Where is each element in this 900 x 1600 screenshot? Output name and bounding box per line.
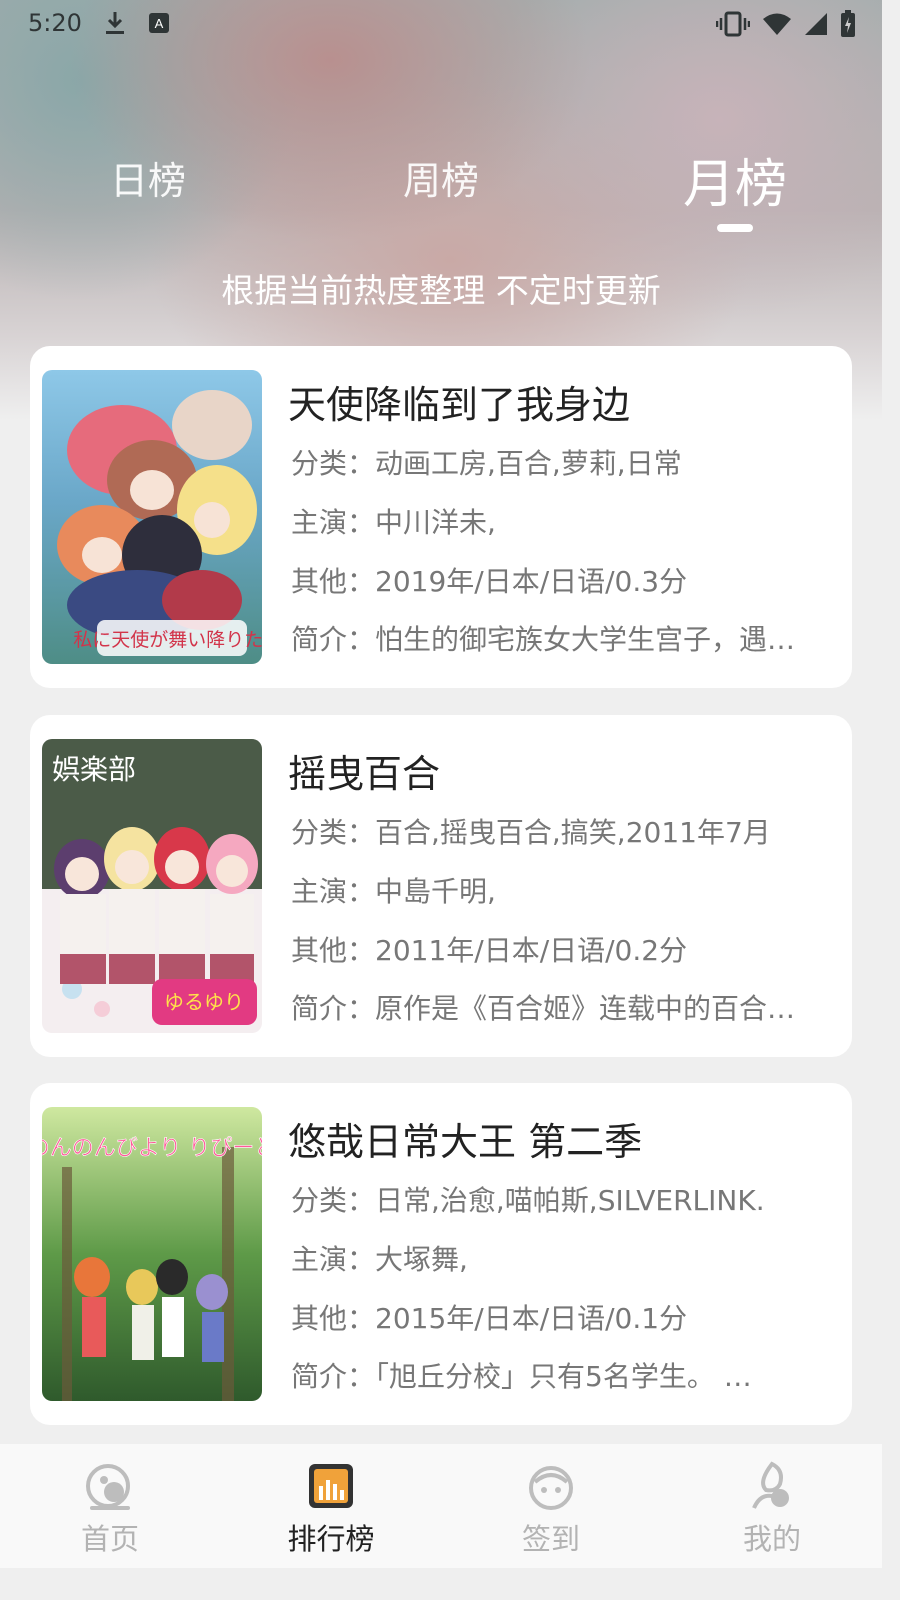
bottom-nav: 首页 排行榜 签到 我的 [0, 1444, 882, 1568]
card-cast: 主演：中川洋未, [291, 506, 496, 539]
profile-icon [752, 1461, 789, 1509]
ranking-card[interactable]: ゆるゆり 娯楽部 摇曳百合 分类：百合,摇曳百合,搞笑,2011年7月 主演：中… [30, 715, 852, 1057]
svg-text:ゆるゆり: ゆるゆり [164, 990, 244, 1014]
card-title: 天使降临到了我身边 [288, 383, 631, 427]
status-bar: 5:20 A [0, 0, 882, 48]
poster-logo-text: のんのんびより りぴーと [42, 1136, 262, 1161]
nav-profile[interactable]: 我的 [702, 1460, 842, 1558]
nav-label-home: 首页 [80, 1522, 139, 1556]
ranking-card[interactable]: 私に天使が舞い降りた! 天使降临到了我身边 分类：动画工房,百合,萝莉,日常 主… [30, 346, 852, 688]
card-other: 其他：2015年/日本/日语/0.1分 [291, 1302, 688, 1335]
nav-home[interactable]: 首页 [40, 1460, 180, 1558]
ranking-icon [309, 1464, 353, 1508]
card-title: 悠哉日常大王 第二季 [288, 1120, 643, 1164]
nav-ranking[interactable]: 排行榜 [261, 1460, 401, 1558]
card-intro: 简介：「旭丘分校」只有5名学生。 … [291, 1360, 752, 1393]
card-category: 分类：百合,摇曳百合,搞笑,2011年7月 [291, 816, 771, 849]
poster-image: 私に天使が舞い降りた! [42, 370, 262, 664]
a-notification-icon: A [149, 13, 169, 33]
ranking-card[interactable]: のんのんびより りぴーと 悠哉日常大王 第二季 分类：日常,治愈,喵帕斯,SIL… [30, 1083, 852, 1425]
svg-text:A: A [155, 16, 164, 31]
tab-weekly[interactable]: 周榜 [403, 150, 479, 205]
download-icon [106, 12, 124, 34]
home-icon [86, 1464, 130, 1510]
card-cast: 主演：中島千明, [291, 875, 496, 908]
poster-image: のんのんびより りぴーと [42, 1107, 262, 1401]
card-category: 分类：日常,治愈,喵帕斯,SILVERLINK. [291, 1184, 765, 1217]
battery-icon [841, 10, 855, 37]
tab-daily[interactable]: 日榜 [110, 150, 186, 205]
card-title: 摇曳百合 [288, 752, 441, 796]
signal-icon [805, 13, 827, 35]
ranking-subtitle: 根据当前热度整理 不定时更新 [221, 271, 661, 310]
tab-monthly[interactable]: 月榜 [683, 142, 787, 217]
card-other: 其他：2019年/日本/日语/0.3分 [291, 565, 688, 598]
nav-label-profile: 我的 [742, 1522, 801, 1556]
card-other: 其他：2011年/日本/日语/0.2分 [291, 934, 688, 967]
status-time: 5:20 [28, 9, 82, 37]
active-tab-indicator [717, 224, 753, 232]
checkin-icon [529, 1466, 573, 1510]
nav-label-checkin: 签到 [521, 1522, 580, 1556]
card-intro: 简介：原作是《百合姬》连载中的百合… [291, 992, 796, 1025]
poster-logo-text: 私に天使が舞い降りた! [73, 629, 262, 651]
poster-image: ゆるゆり 娯楽部 [42, 739, 262, 1033]
nav-checkin[interactable]: 签到 [481, 1460, 621, 1558]
nav-label-ranking: 排行榜 [287, 1522, 375, 1556]
card-cast: 主演：大塚舞, [291, 1243, 468, 1276]
vibrate-icon [716, 11, 750, 37]
poster-logo-text: 娯楽部 [52, 753, 136, 786]
card-intro: 简介：怕生的御宅族女大学生宫子，遇… [291, 623, 796, 656]
wifi-icon [763, 13, 791, 35]
card-category: 分类：动画工房,百合,萝莉,日常 [291, 447, 682, 480]
